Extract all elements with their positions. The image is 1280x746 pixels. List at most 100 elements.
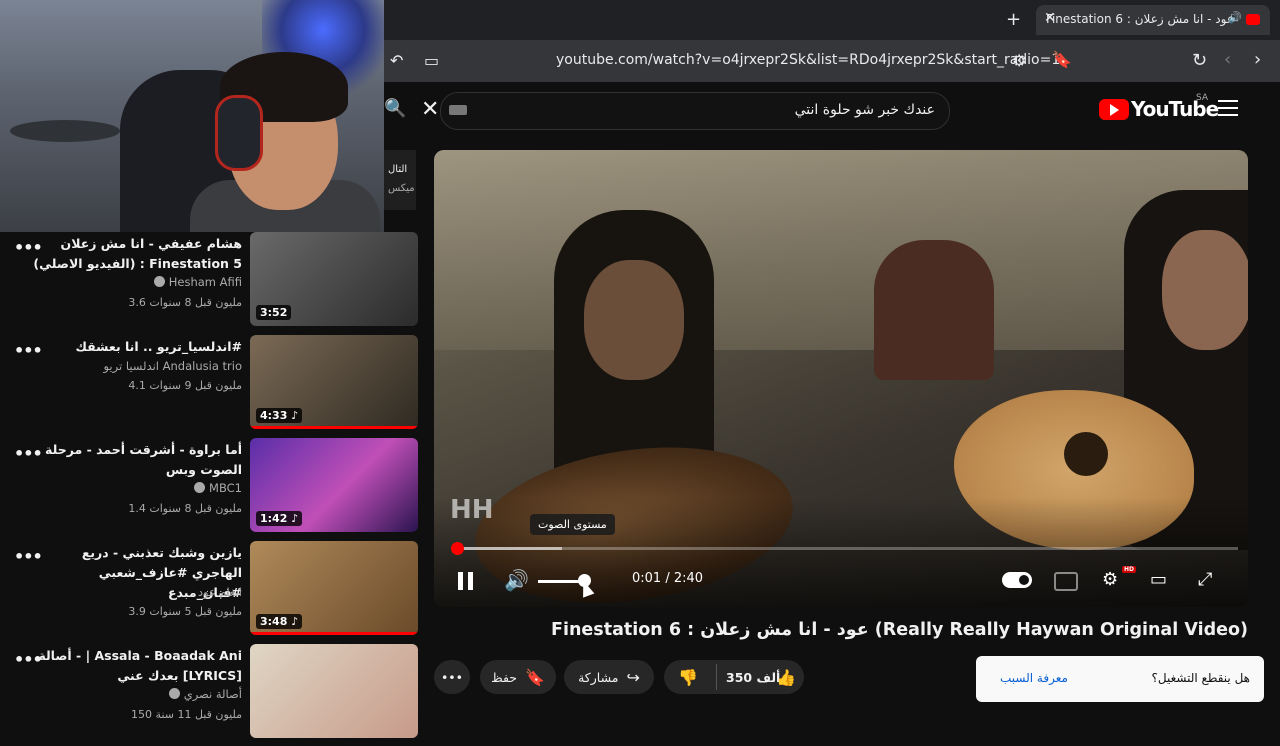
channel-name[interactable]: MBC1 — [190, 481, 242, 495]
video-thumbnail[interactable] — [250, 644, 418, 738]
back-icon[interactable]: › — [1254, 49, 1261, 70]
save-label: حفظ — [491, 669, 517, 685]
verified-icon — [169, 688, 181, 699]
video-title[interactable]: هشام عفيفي - انا مش زعلان Finestation 5 … — [32, 234, 242, 274]
list-item[interactable]: 4:33 ♪ #اندلسيا_تريو .. انا بعشقك اندلسي… — [0, 335, 420, 437]
like-icon[interactable]: 👍 — [776, 668, 796, 687]
like-count[interactable]: 350 ألف — [726, 670, 780, 685]
channel-name[interactable]: أصالة نصري — [165, 687, 242, 701]
new-tab-button[interactable]: + — [1006, 9, 1021, 30]
site-settings-icon[interactable]: ⚙ — [1012, 51, 1026, 70]
dislike-icon[interactable]: 👎 — [678, 668, 698, 687]
background-table — [10, 120, 120, 142]
fullscreen-icon[interactable]: ⤢ — [1198, 569, 1212, 590]
scene-face — [1162, 230, 1248, 350]
verified-icon — [194, 482, 206, 493]
video-meta: 1.4 مليون قبل 8 سنوات — [128, 502, 242, 515]
current-time: 0:01 — [632, 571, 662, 586]
seek-handle[interactable] — [450, 542, 464, 555]
volume-icon[interactable]: 🔊 — [504, 568, 529, 592]
player-controls: 🔊 0:01 / 2:40 ⚙ HD ▭ ⤢ — [434, 560, 1248, 600]
video-title[interactable]: #اندلسيا_تريو .. انا بعشقك — [32, 337, 242, 357]
more-actions-button[interactable]: ••• — [434, 660, 470, 694]
scene-face — [584, 260, 684, 380]
pause-button[interactable] — [458, 572, 474, 590]
video-thumbnail[interactable]: 3:52 — [250, 232, 418, 326]
hd-badge: HD — [1122, 566, 1137, 573]
reload-icon[interactable]: ↻ — [1192, 50, 1207, 71]
country-code: SA — [1196, 93, 1209, 103]
settings-icon[interactable]: ⚙ — [1102, 569, 1118, 590]
duration-badge: 3:52 — [256, 305, 292, 320]
browser-tab[interactable]: ✕ Finestation 6 : عود - انا مش زعلان 🔊 — [1036, 5, 1270, 35]
video-title[interactable]: أما براوة - أشرقت أحمد - مرحلة الصوت وبس — [32, 440, 242, 480]
verified-icon — [154, 276, 166, 287]
playlist-peek-sub: ميكس — [388, 183, 415, 194]
total-time: 2:40 — [673, 571, 704, 586]
save-button[interactable]: حفظ 🔖 — [480, 660, 556, 694]
playback-issue-toast: معرفة السبب هل ينقطع التشغيل؟ — [976, 656, 1264, 702]
playlist-panel-peek[interactable]: التال ميكس — [384, 150, 416, 210]
video-meta: 3.9 مليون قبل 5 سنوات — [128, 605, 242, 618]
share-button[interactable]: مشاركة ↪ — [564, 660, 654, 694]
list-item[interactable]: 1:42 ♪ أما براوة - أشرقت أحمد - مرحلة ال… — [0, 438, 420, 540]
share-page-icon[interactable]: ↶ — [390, 51, 403, 70]
buffered-bar — [452, 547, 563, 550]
duration-badge: 3:48 ♪ — [256, 614, 303, 629]
audio-playing-icon[interactable]: 🔊 — [1228, 11, 1242, 24]
autoplay-toggle[interactable] — [1002, 572, 1032, 588]
learn-why-link[interactable]: معرفة السبب — [1000, 671, 1068, 685]
video-thumbnail[interactable]: 1:42 ♪ — [250, 438, 418, 532]
video-player[interactable]: HH مستوى الصوت 🔊 0:01 / 2:40 ⚙ HD ▭ ⤢ — [434, 150, 1248, 607]
list-item[interactable]: 3:48 ♪ يازين وشبك تعذبني - دريع الهاجري … — [0, 541, 420, 643]
video-meta: 3.6 مليون قبل 8 سنوات — [128, 296, 242, 309]
watch-progress-bar — [250, 426, 418, 429]
more-options-icon[interactable]: ••• — [14, 650, 43, 669]
bookmark-icon: 🔖 — [525, 667, 545, 687]
duration-badge: 1:42 ♪ — [256, 511, 303, 526]
video-title-heading: Finestation 6 : عود - انا مش زعلان (Real… — [551, 620, 1248, 640]
share-label: مشاركة — [578, 669, 619, 685]
channel-name[interactable]: انغام عود — [198, 585, 242, 599]
channel-name[interactable]: اندلسيا تريو Andalusia trio — [103, 359, 242, 373]
more-options-icon[interactable]: ••• — [14, 444, 43, 463]
list-item[interactable]: Assala - Boaadak Ani | - أصالة [LYRICS] … — [0, 644, 420, 746]
video-thumbnail[interactable]: 4:33 ♪ — [250, 335, 418, 429]
search-query-text[interactable]: عندك خبر شو حلوة انتي — [795, 102, 935, 118]
divider — [716, 664, 717, 690]
theater-mode-icon[interactable]: ▭ — [1150, 569, 1167, 590]
tab-title: Finestation 6 : عود - انا مش زعلان — [1045, 12, 1234, 26]
volume-tooltip: مستوى الصوت — [530, 514, 615, 535]
video-title[interactable]: Assala - Boaadak Ani | - أصالة [LYRICS] … — [32, 646, 242, 686]
forward-icon[interactable]: ‹ — [1224, 49, 1231, 70]
like-dislike-group: 👎 350 ألف 👍 — [664, 660, 804, 694]
search-input[interactable]: ✕ عندك خبر شو حلوة انتي — [421, 92, 950, 130]
scene-person — [874, 240, 994, 380]
cast-icon[interactable]: ▭ — [424, 51, 439, 70]
more-options-icon[interactable]: ••• — [14, 547, 43, 566]
more-options-icon[interactable]: ••• — [14, 238, 43, 257]
related-videos-list: 3:52 هشام عفيفي - انا مش زعلان Finestati… — [0, 232, 420, 738]
channel-watermark[interactable]: HH — [450, 495, 494, 525]
youtube-play-icon — [1099, 98, 1129, 120]
playlist-peek-title: التال — [388, 164, 408, 175]
time-display: 0:01 / 2:40 — [632, 571, 704, 586]
captions-icon[interactable] — [1054, 572, 1078, 591]
video-thumbnail[interactable]: 3:48 ♪ — [250, 541, 418, 635]
seek-bar[interactable] — [450, 542, 1238, 555]
clear-search-icon[interactable]: ✕ — [421, 97, 439, 122]
channel-name[interactable]: Hesham Afifi — [150, 275, 242, 289]
bookmark-icon[interactable]: 🔖 — [1052, 50, 1072, 69]
address-bar[interactable]: youtube.com/watch?v=o4jrxepr2Sk&list=RDo… — [540, 46, 1080, 76]
duration-badge: 4:33 ♪ — [256, 408, 303, 423]
scene-guitar-hole — [1064, 432, 1108, 476]
watch-progress-bar — [250, 632, 418, 635]
menu-icon[interactable] — [1218, 100, 1238, 121]
list-item[interactable]: 3:52 هشام عفيفي - انا مش زعلان Finestati… — [0, 232, 420, 334]
keyboard-icon[interactable] — [449, 105, 467, 115]
webcam-overlay — [0, 0, 384, 232]
more-options-icon[interactable]: ••• — [14, 341, 43, 360]
search-icon[interactable]: 🔍 — [384, 98, 406, 119]
share-icon: ↪ — [626, 667, 640, 687]
url-text[interactable]: youtube.com/watch?v=o4jrxepr2Sk&list=RDo… — [556, 52, 1060, 68]
